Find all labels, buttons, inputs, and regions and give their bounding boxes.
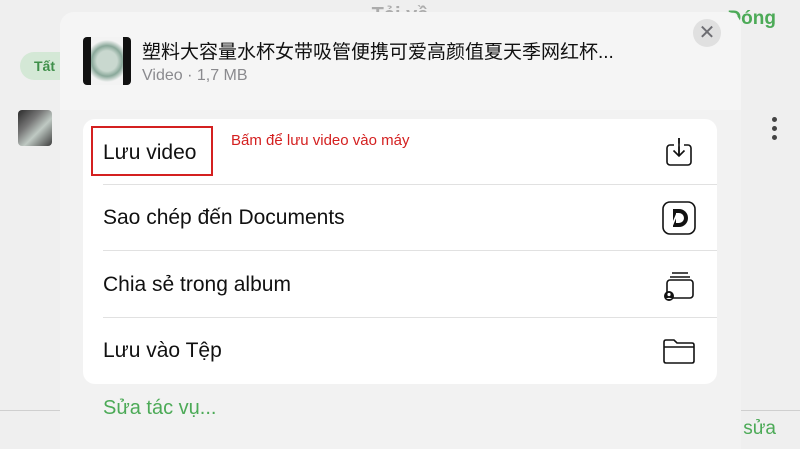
save-to-files-label: Lưu vào Tệp bbox=[103, 339, 222, 362]
shared-album-icon bbox=[664, 272, 694, 301]
save-to-files-action[interactable]: Lưu vào Tệp bbox=[83, 318, 717, 384]
annotation-text: Bấm để lưu video vào máy bbox=[231, 132, 410, 149]
video-thumbnail bbox=[83, 37, 131, 85]
row-divider bbox=[103, 250, 717, 251]
file-meta: Video · 1,7 MB bbox=[142, 67, 248, 84]
folder-icon bbox=[663, 339, 695, 364]
share-sheet: 塑料大容量水杯女带吸管便携可爱高颜值夏天季网红杯... Video · 1,7 … bbox=[60, 12, 741, 449]
save-video-action[interactable]: Lưu video Bấm để lưu video vào máy bbox=[83, 119, 717, 185]
copy-to-documents-action[interactable]: Sao chép đến Documents bbox=[83, 185, 717, 251]
action-group: Lưu video Bấm để lưu video vào máy Sao c… bbox=[83, 119, 717, 384]
documents-app-icon bbox=[662, 201, 696, 235]
download-icon bbox=[666, 138, 692, 166]
edit-actions-link[interactable]: Sửa tác vụ... bbox=[103, 397, 216, 420]
more-options-icon[interactable] bbox=[768, 117, 780, 143]
download-item-thumbnail bbox=[18, 110, 52, 146]
edit-button[interactable]: sửa bbox=[743, 418, 776, 440]
copy-to-documents-label: Sao chép đến Documents bbox=[103, 206, 345, 229]
save-video-label: Lưu video bbox=[103, 141, 197, 164]
share-sheet-header: 塑料大容量水杯女带吸管便携可爱高颜值夏天季网红杯... Video · 1,7 … bbox=[60, 12, 741, 110]
share-in-album-action[interactable]: Chia sẻ trong album bbox=[83, 252, 717, 318]
close-button[interactable]: ✕ bbox=[693, 19, 721, 47]
share-in-album-label: Chia sẻ trong album bbox=[103, 273, 291, 296]
file-title: 塑料大容量水杯女带吸管便携可爱高颜值夏天季网红杯... bbox=[142, 42, 614, 63]
